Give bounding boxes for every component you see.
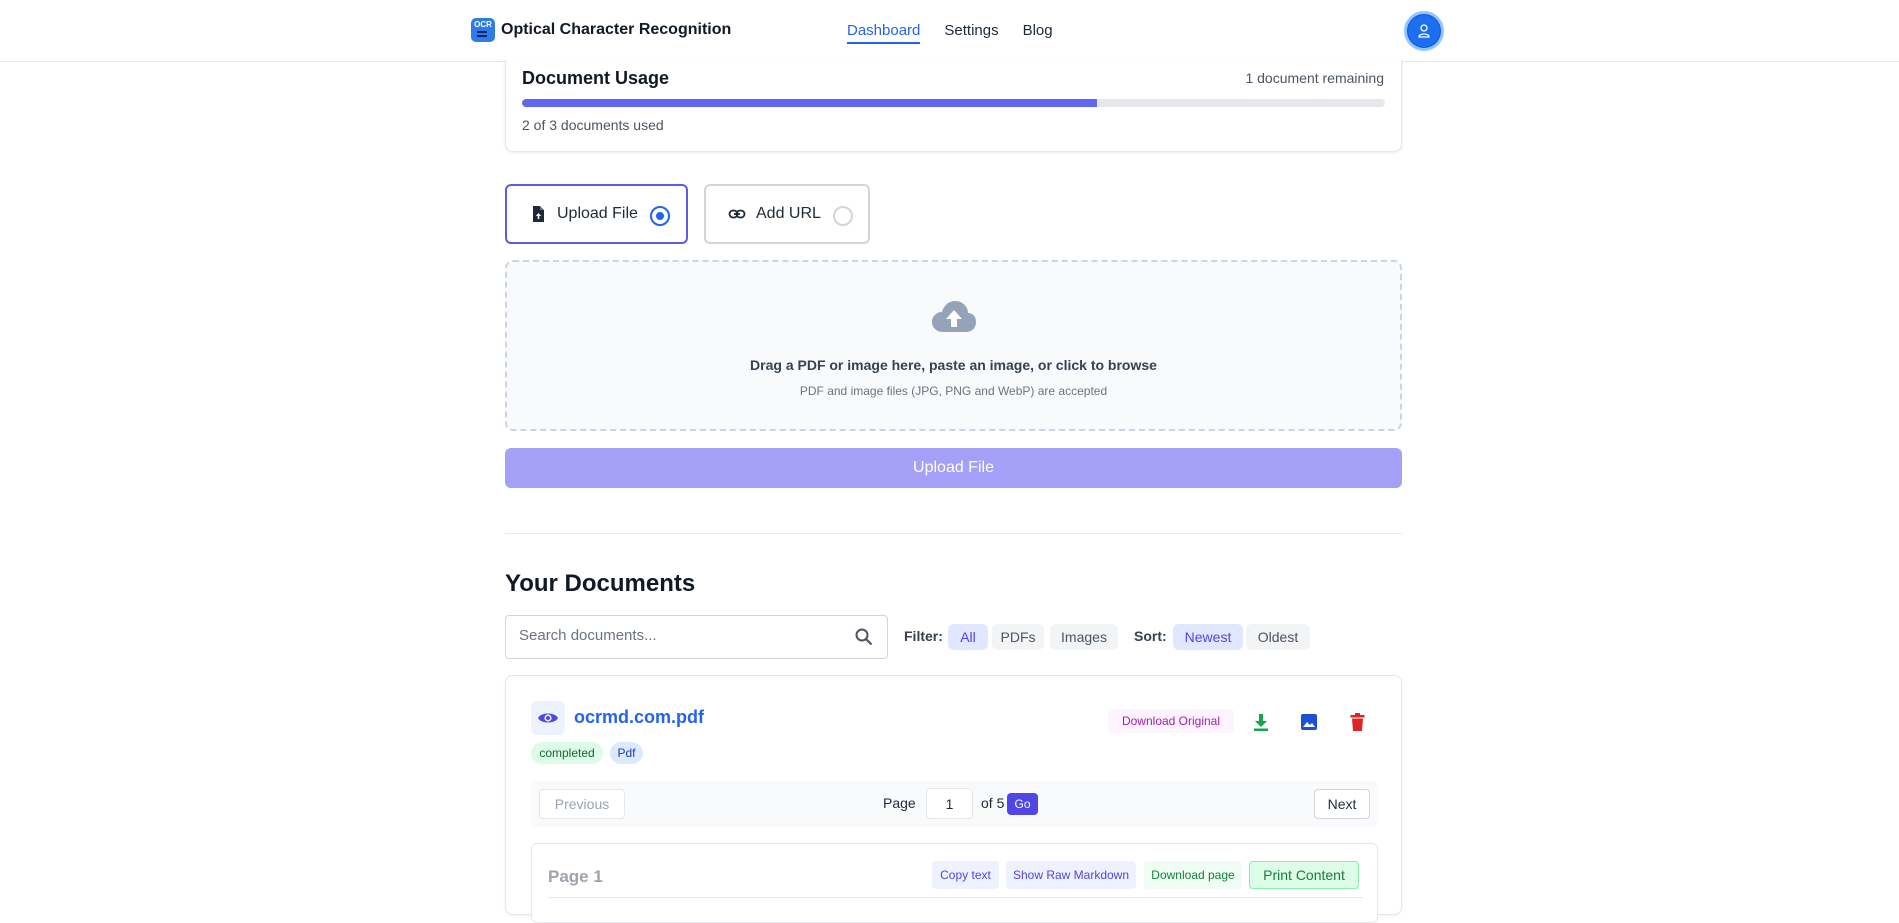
download-original-button[interactable]: Download Original <box>1108 709 1234 733</box>
logo-line <box>477 35 487 37</box>
page-pagination: Previous Page of 5 Go Next <box>531 781 1378 827</box>
add-url-option[interactable]: Add URL <box>704 184 870 244</box>
page-content-card: Page 1 Copy text Show Raw Markdown Downl… <box>531 843 1378 923</box>
upload-file-button[interactable]: Upload File <box>505 448 1402 488</box>
dropzone-instructions: Drag a PDF or image here, paste an image… <box>750 357 1157 373</box>
add-url-radio[interactable] <box>833 206 853 226</box>
filter-images[interactable]: Images <box>1050 624 1118 650</box>
link-icon <box>728 209 746 219</box>
document-usage-card: Document Usage 1 document remaining 2 of… <box>505 60 1402 152</box>
sort-newest[interactable]: Newest <box>1173 624 1243 650</box>
usage-used-text: 2 of 3 documents used <box>522 117 664 133</box>
page-number-input[interactable] <box>926 788 973 819</box>
brand[interactable]: OCR Optical Character Recognition <box>471 18 731 42</box>
upload-file-radio[interactable] <box>650 206 670 226</box>
usage-progress-bar <box>522 99 1385 107</box>
dropzone-accepted-types: PDF and image files (JPG, PNG and WebP) … <box>799 384 1108 398</box>
download-icon <box>1254 714 1268 731</box>
nav-dashboard[interactable]: Dashboard <box>847 22 921 44</box>
your-documents-heading: Your Documents <box>505 570 696 597</box>
page-count-label: of 5 <box>981 795 1005 811</box>
nav-settings[interactable]: Settings <box>944 22 998 44</box>
search-input[interactable] <box>519 627 839 644</box>
status-badge: completed <box>531 742 603 764</box>
filter-all[interactable]: All <box>948 624 988 650</box>
trash-icon <box>1350 713 1364 731</box>
page-label: Page <box>883 795 916 811</box>
document-search[interactable] <box>505 615 888 659</box>
add-url-option-label: Add URL <box>756 205 821 222</box>
search-icon[interactable] <box>855 628 873 646</box>
filter-label: Filter: <box>904 628 943 644</box>
top-navbar: OCR Optical Character Recognition Dashbo… <box>0 0 1899 62</box>
file-upload-icon <box>533 206 544 222</box>
view-document-button[interactable] <box>531 701 565 735</box>
images-button[interactable] <box>1295 708 1323 736</box>
delete-button[interactable] <box>1343 708 1371 736</box>
page-divider <box>548 897 1363 898</box>
usage-remaining: 1 document remaining <box>1245 70 1384 86</box>
type-badge: Pdf <box>610 742 643 764</box>
cloud-upload-icon <box>932 301 976 332</box>
main-nav: Dashboard Settings Blog <box>847 22 1077 44</box>
upload-file-option-label: Upload File <box>557 205 638 222</box>
sort-label: Sort: <box>1134 628 1167 644</box>
document-name-link[interactable]: ocrmd.com.pdf <box>574 707 704 728</box>
ocr-logo-icon: OCR <box>471 18 495 42</box>
eye-icon <box>538 713 558 723</box>
go-to-page-button[interactable]: Go <box>1007 793 1038 815</box>
print-content-button[interactable]: Print Content <box>1249 861 1359 889</box>
upload-file-option[interactable]: Upload File <box>505 184 688 244</box>
download-button[interactable] <box>1247 708 1275 736</box>
logo-text: OCR <box>474 20 492 29</box>
document-card: ocrmd.com.pdf completed Pdf Download Ori… <box>505 675 1402 923</box>
user-avatar-button[interactable] <box>1404 11 1444 51</box>
download-page-button[interactable]: Download page <box>1144 861 1242 889</box>
usage-title: Document Usage <box>522 68 670 88</box>
usage-progress-fill <box>522 99 1098 107</box>
logo-line <box>477 31 487 33</box>
copy-text-button[interactable]: Copy text <box>932 861 999 889</box>
page-title: Page 1 <box>548 867 603 886</box>
user-icon <box>1418 24 1430 38</box>
file-dropzone[interactable]: Drag a PDF or image here, paste an image… <box>505 260 1402 431</box>
show-raw-markdown-button[interactable]: Show Raw Markdown <box>1006 861 1136 889</box>
section-divider <box>505 533 1402 534</box>
filter-pdfs[interactable]: PDFs <box>992 624 1044 650</box>
previous-page-button[interactable]: Previous <box>539 789 625 819</box>
next-page-button[interactable]: Next <box>1314 789 1370 819</box>
sort-oldest[interactable]: Oldest <box>1246 624 1310 650</box>
image-icon <box>1301 714 1317 730</box>
nav-blog[interactable]: Blog <box>1023 22 1053 44</box>
app-title: Optical Character Recognition <box>501 21 732 38</box>
